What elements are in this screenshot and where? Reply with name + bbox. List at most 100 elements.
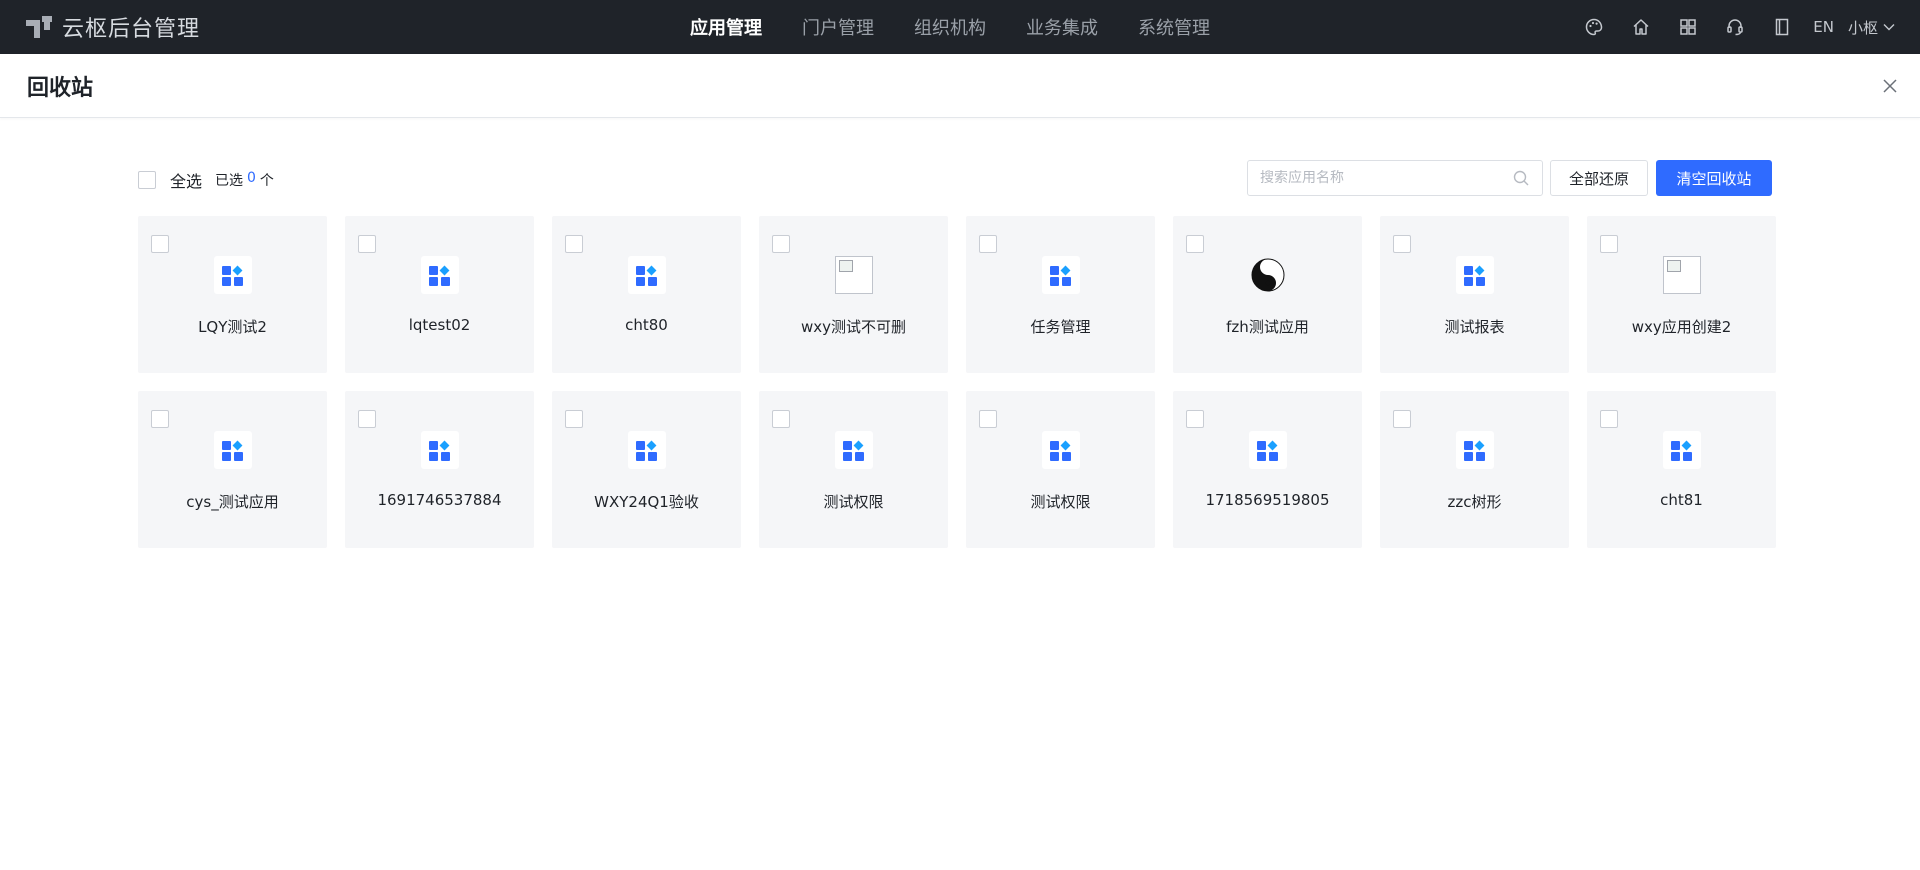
app-checkbox[interactable] <box>1393 410 1411 428</box>
app-checkbox[interactable] <box>772 410 790 428</box>
nav-system-management[interactable]: 系统管理 <box>1138 14 1210 40</box>
search-box <box>1247 160 1543 196</box>
app-grid-icon <box>835 431 873 469</box>
app-card[interactable]: fzh测试应用 <box>1173 216 1362 373</box>
broken-image-icon <box>835 256 873 294</box>
app-checkbox[interactable] <box>358 410 376 428</box>
app-name: WXY24Q1验收 <box>594 493 699 511</box>
nav-business-integration[interactable]: 业务集成 <box>1026 14 1098 40</box>
user-name: 小枢 <box>1847 18 1878 37</box>
app-name: 任务管理 <box>1030 318 1091 336</box>
restore-all-button[interactable]: 全部还原 <box>1550 160 1648 196</box>
selected-count: 已选 0 个 <box>215 170 274 190</box>
app-card[interactable]: lqtest02 <box>345 216 534 373</box>
logo-icon <box>26 16 52 38</box>
app-card[interactable]: 测试报表 <box>1380 216 1569 373</box>
home-icon[interactable] <box>1617 0 1664 54</box>
app-card[interactable]: cht80 <box>552 216 741 373</box>
app-checkbox[interactable] <box>1186 235 1204 253</box>
nav-app-management[interactable]: 应用管理 <box>690 14 762 40</box>
app-grid-icon <box>628 256 666 294</box>
app-checkbox[interactable] <box>358 235 376 253</box>
app-checkbox[interactable] <box>1393 235 1411 253</box>
app-grid-icon <box>214 431 252 469</box>
app-grid-icon <box>421 431 459 469</box>
user-menu[interactable]: 小枢 <box>1848 17 1896 38</box>
page-header: 回收站 <box>0 54 1920 118</box>
app-grid-icon <box>1456 256 1494 294</box>
checkbox[interactable] <box>138 171 156 189</box>
app-name: 测试权限 <box>1030 493 1091 511</box>
select-all-checkbox[interactable]: 全选 <box>138 168 202 192</box>
language-switch[interactable]: EN <box>1813 18 1834 36</box>
app-grid-icon <box>1249 431 1287 469</box>
clear-recycle-bin-button[interactable]: 清空回收站 <box>1656 160 1772 196</box>
nav-organization[interactable]: 组织机构 <box>914 14 986 40</box>
app-name: wxy应用创建2 <box>1631 318 1732 336</box>
app-card[interactable]: 测试权限 <box>759 391 948 548</box>
app-name: cys_测试应用 <box>186 493 279 511</box>
brand[interactable]: 云枢后台管理 <box>26 0 200 54</box>
app-grid: LQY测试2 lqtest02 cht80 wxy测试不可删 任务管理 fzh测试应用 测试… <box>138 216 1778 548</box>
app-name: 测试报表 <box>1444 318 1505 336</box>
page-title: 回收站 <box>27 76 94 101</box>
app-card[interactable]: LQY测试2 <box>138 216 327 373</box>
app-card[interactable]: 1691746537884 <box>345 391 534 548</box>
app-checkbox[interactable] <box>1600 410 1618 428</box>
app-card[interactable]: 测试权限 <box>966 391 1155 548</box>
chevron-down-icon <box>1883 24 1895 31</box>
app-card[interactable]: 1718569519805 <box>1173 391 1362 548</box>
app-name: fzh测试应用 <box>1226 318 1309 336</box>
app-checkbox[interactable] <box>151 410 169 428</box>
headset-icon[interactable] <box>1711 0 1758 54</box>
app-grid-icon <box>1042 431 1080 469</box>
app-checkbox[interactable] <box>979 410 997 428</box>
close-icon[interactable] <box>1878 74 1902 98</box>
palette-icon[interactable] <box>1570 0 1617 54</box>
app-grid-icon <box>214 256 252 294</box>
app-card[interactable]: 任务管理 <box>966 216 1155 373</box>
selected-suffix: 个 <box>259 173 274 189</box>
app-checkbox[interactable] <box>772 235 790 253</box>
app-card[interactable]: cys_测试应用 <box>138 391 327 548</box>
app-name: 1691746537884 <box>377 491 502 509</box>
app-name: lqtest02 <box>408 316 471 334</box>
main-nav: 应用管理 门户管理 组织机构 业务集成 系统管理 <box>690 0 1250 54</box>
app-name: 1718569519805 <box>1205 491 1330 509</box>
selected-prefix: 已选 <box>215 173 243 189</box>
app-title: 云枢后台管理 <box>62 17 201 42</box>
book-icon[interactable] <box>1758 0 1805 54</box>
app-name: cht80 <box>625 316 668 334</box>
app-grid-icon <box>1042 256 1080 294</box>
select-all-label: 全选 <box>170 172 203 191</box>
app-checkbox[interactable] <box>979 235 997 253</box>
app-grid-icon <box>1456 431 1494 469</box>
app-grid-icon <box>1663 431 1701 469</box>
app-card[interactable]: wxy应用创建2 <box>1587 216 1776 373</box>
app-checkbox[interactable] <box>1186 410 1204 428</box>
app-checkbox[interactable] <box>565 235 583 253</box>
app-name: zzc树形 <box>1447 493 1502 511</box>
header-tools: EN 小枢 <box>1570 0 1896 54</box>
search-icon[interactable] <box>1512 169 1530 187</box>
app-card[interactable]: wxy测试不可删 <box>759 216 948 373</box>
nav-portal-management[interactable]: 门户管理 <box>802 14 874 40</box>
search-input[interactable] <box>1260 170 1512 186</box>
top-nav-bar: 云枢后台管理 应用管理 门户管理 组织机构 业务集成 系统管理 EN 小枢 <box>0 0 1920 54</box>
app-grid-icon <box>628 431 666 469</box>
app-checkbox[interactable] <box>151 235 169 253</box>
app-card[interactable]: cht81 <box>1587 391 1776 548</box>
apps-grid-icon[interactable] <box>1664 0 1711 54</box>
broken-image-icon <box>1663 256 1701 294</box>
recycle-bin-toolbar: 全选 已选 0 个 全部还原 清空回收站 <box>138 160 1774 196</box>
app-name: wxy测试不可删 <box>800 318 907 336</box>
yin-yang-icon <box>1249 256 1287 294</box>
app-card[interactable]: zzc树形 <box>1380 391 1569 548</box>
app-checkbox[interactable] <box>565 410 583 428</box>
app-name: 测试权限 <box>823 493 884 511</box>
app-name: cht81 <box>1660 491 1703 509</box>
selected-count-value: 0 <box>247 170 256 186</box>
app-card[interactable]: WXY24Q1验收 <box>552 391 741 548</box>
app-checkbox[interactable] <box>1600 235 1618 253</box>
app-name: LQY测试2 <box>198 318 267 336</box>
